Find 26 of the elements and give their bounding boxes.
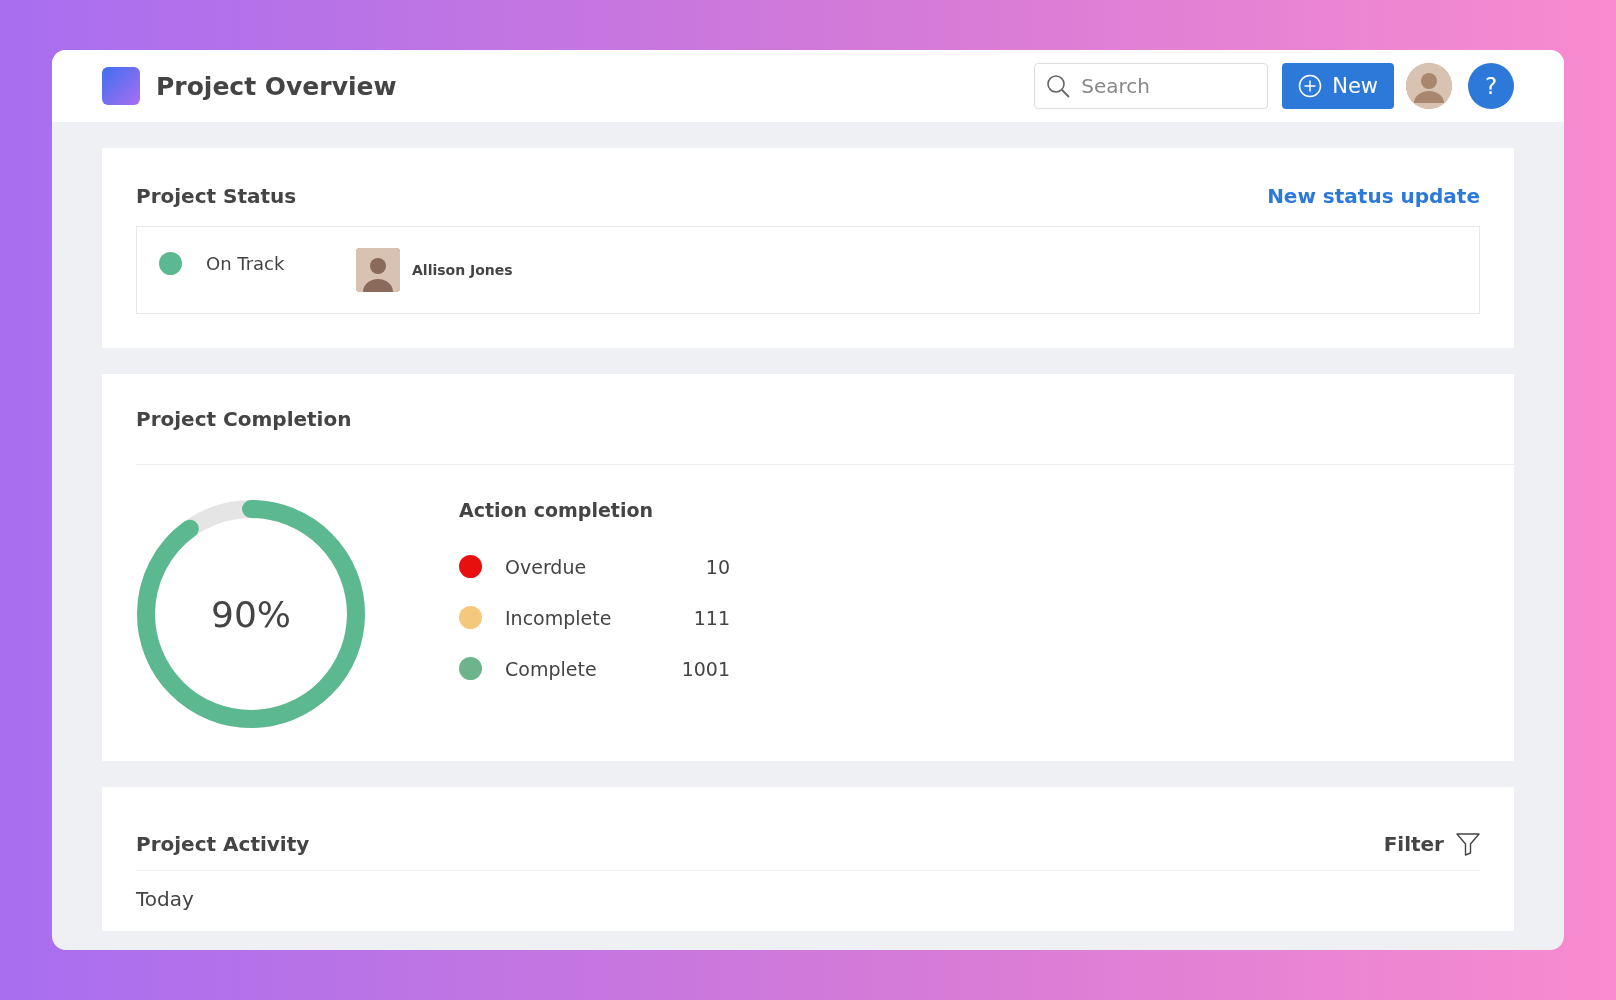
filter-button[interactable]: Filter: [1383, 832, 1480, 856]
group-heading: Today: [136, 887, 194, 913]
funnel-icon: [1456, 832, 1480, 856]
help-button[interactable]: ?: [1468, 63, 1514, 109]
new-button[interactable]: New: [1282, 63, 1394, 109]
progress-percent: 90%: [211, 593, 291, 635]
legend-title: Action completion: [459, 499, 655, 521]
owner-avatar: [356, 248, 400, 292]
card-title: Project Status: [136, 184, 297, 208]
search-field[interactable]: Search: [1034, 63, 1269, 109]
search-icon: [1046, 74, 1071, 98]
plus-circle-icon: [1298, 74, 1323, 98]
card-title: Project Completion: [136, 407, 352, 431]
legend-count: 1001: [680, 657, 730, 680]
legend-label: Complete: [505, 657, 598, 680]
status-label: On Track: [206, 252, 286, 274]
owner-name: Allison Jones: [412, 262, 513, 278]
legend-count: 10: [704, 555, 730, 578]
user-avatar[interactable]: [1406, 63, 1452, 109]
page-title: Project Overview: [156, 71, 398, 101]
status-update-link[interactable]: New status update: [1267, 184, 1480, 208]
legend-label: Overdue: [505, 555, 588, 578]
card-title: Project Activity: [136, 832, 310, 856]
logo-icon: [102, 67, 140, 105]
legend-label: Incomplete: [505, 606, 613, 629]
legend-count: 111: [692, 606, 730, 629]
